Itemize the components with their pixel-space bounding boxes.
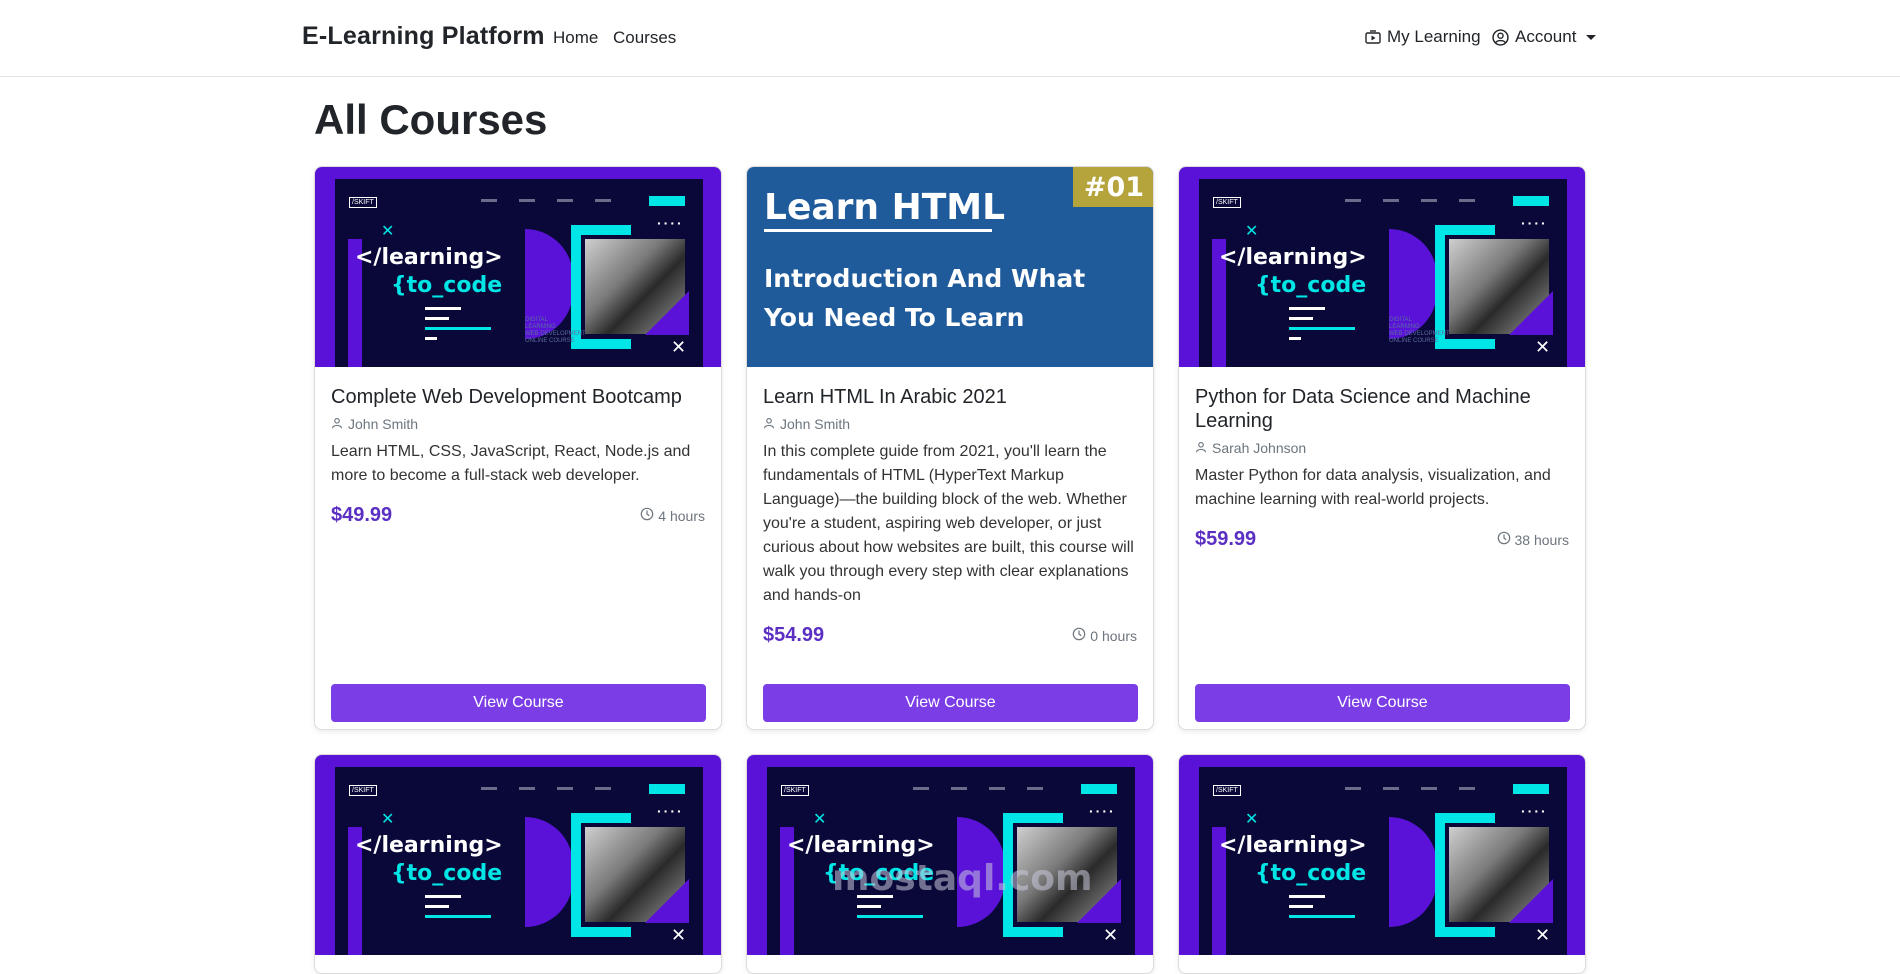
duration-text: 38 hours [1514,531,1569,548]
duration-text: 4 hours [658,507,705,524]
page-title: All Courses [314,96,548,143]
clock-icon [1497,531,1511,548]
course-duration: 38 hours [1497,531,1569,548]
clock-icon [640,507,654,524]
user-circle-icon [1492,28,1509,46]
course-price: $59.99 [1195,528,1257,550]
course-thumbnail: /SKIFT ✕ </learning> {to_code ···· ✕ DIG… [315,167,721,367]
course-thumbnail: /SKIFT ✕ </learning> {to_code ···· ✕ [747,755,1153,955]
thumb-code-line1: </learning> [1219,833,1367,858]
thumb-episode-badge: #01 [1073,167,1153,207]
course-title[interactable]: Complete Web Development Bootcamp [331,385,705,409]
nav-courses-link[interactable]: Courses [613,28,676,48]
course-author: Sarah Johnson [1195,440,1569,456]
course-card: /SKIFT ✕ </learning> {to_code ···· ✕ DIG… [1178,166,1586,730]
author-name: John Smith [780,416,851,432]
view-course-button[interactable]: View Course [763,684,1138,722]
thumb-html-line2: You Need To Learn [764,303,1025,332]
course-card: /SKIFT ✕ </learning> {to_code ···· ✕ [314,754,722,974]
thumb-code-line1: </learning> [355,833,503,858]
thumb-code-line2: {to_code [391,861,503,886]
thumb-code-line1: </learning> [1219,245,1367,270]
duration-text: 0 hours [1090,627,1137,644]
thumb-html-line1: Introduction And What [764,264,1086,293]
view-course-button[interactable]: View Course [331,684,706,722]
course-price: $49.99 [331,504,393,526]
course-duration: 4 hours [640,507,705,524]
thumb-logo: /SKIFT [349,197,377,208]
course-description: In this complete guide from 2021, you'll… [763,443,1134,604]
author-name: John Smith [348,416,419,432]
watermark: mostaql.com [832,858,1093,899]
nav-my-learning-link[interactable]: My Learning [1365,27,1481,47]
thumb-code-line1: </learning> [355,245,503,270]
course-author: John Smith [763,416,1137,432]
play-screen-icon [1365,29,1381,45]
person-icon [763,416,775,432]
thumb-code-line2: {to_code [1255,861,1367,886]
account-dropdown[interactable]: Account [1492,27,1597,47]
navbar: E-Learning Platform Home Courses My Lear… [0,0,1900,77]
course-description: Learn HTML, CSS, JavaScript, React, Node… [331,443,691,484]
course-card: /SKIFT ✕ </learning> {to_code ···· ✕ [1178,754,1586,974]
course-author: John Smith [331,416,705,432]
person-icon [1195,440,1207,456]
my-learning-label: My Learning [1387,27,1481,46]
person-icon [331,416,343,432]
view-course-button[interactable]: View Course [1195,684,1570,722]
thumb-code-line1: </learning> [787,833,935,858]
course-thumbnail: /SKIFT ✕ </learning> {to_code ···· ✕ [315,755,721,955]
course-title[interactable]: Learn HTML In Arabic 2021 [763,385,1137,409]
brand-logo[interactable]: E-Learning Platform [302,22,545,51]
thumb-html-subtitle: Introduction And What You Need To Learn [764,259,1085,337]
course-price: $54.99 [763,624,825,646]
thumb-html-title: Learn HTML [764,187,1006,228]
caret-down-icon [1586,34,1597,40]
nav-home-link[interactable]: Home [553,28,598,48]
course-thumbnail: /SKIFT ✕ </learning> {to_code ···· ✕ [1179,755,1585,955]
account-label: Account [1515,27,1577,46]
course-thumbnail: /SKIFT ✕ </learning> {to_code ···· ✕ DIG… [1179,167,1585,367]
thumb-code-line2: {to_code [1255,273,1367,298]
course-title[interactable]: Python for Data Science and Machine Lear… [1195,385,1569,433]
clock-icon [1072,627,1086,644]
course-thumbnail: Learn HTML Introduction And What You Nee… [747,167,1153,367]
course-card: /SKIFT ✕ </learning> {to_code ···· ✕ DIG… [314,166,722,730]
author-name: Sarah Johnson [1212,440,1307,456]
thumb-code-line2: {to_code [391,273,503,298]
course-duration: 0 hours [1072,627,1137,644]
course-card: Learn HTML Introduction And What You Nee… [746,166,1154,730]
course-description: Master Python for data analysis, visuali… [1195,467,1551,508]
